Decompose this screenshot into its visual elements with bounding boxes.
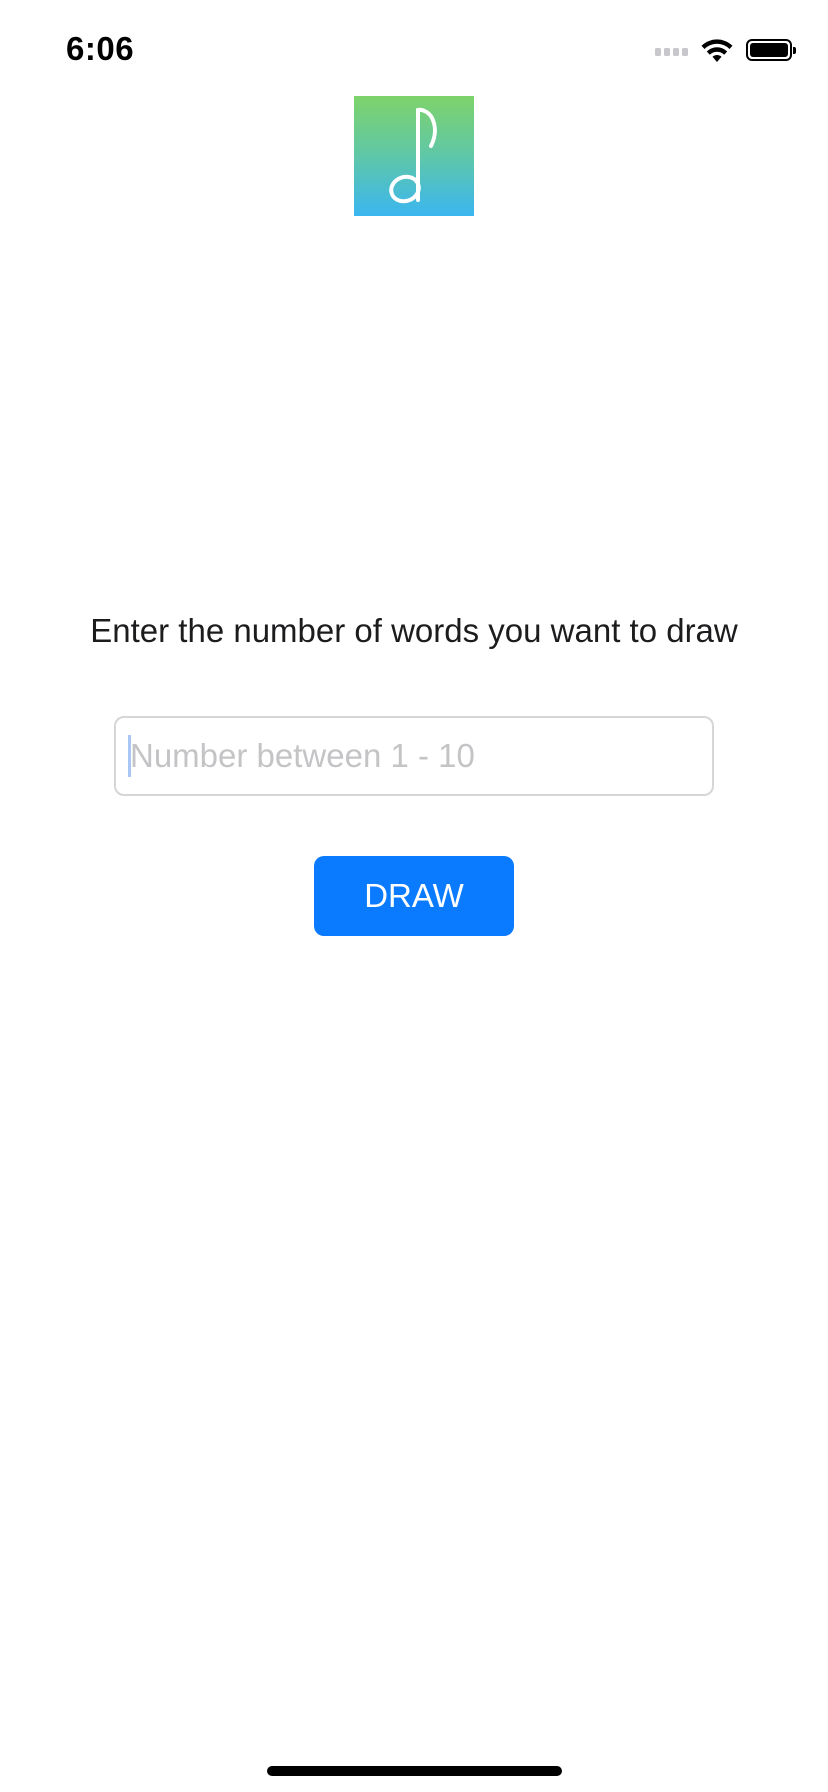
wifi-icon — [701, 39, 733, 62]
draw-button[interactable]: DRAW — [314, 856, 514, 936]
music-note-icon — [389, 107, 437, 204]
text-cursor — [128, 735, 131, 777]
cellular-signal-icon — [655, 44, 688, 56]
status-time: 6:06 — [66, 30, 135, 67]
status-icons — [655, 36, 796, 64]
app-logo — [354, 96, 474, 216]
status-bar: 6:06 — [0, 0, 828, 96]
home-indicator[interactable] — [267, 1766, 562, 1776]
battery-icon — [746, 39, 796, 61]
prompt-label: Enter the number of words you want to dr… — [90, 612, 738, 649]
number-input[interactable] — [114, 716, 714, 796]
